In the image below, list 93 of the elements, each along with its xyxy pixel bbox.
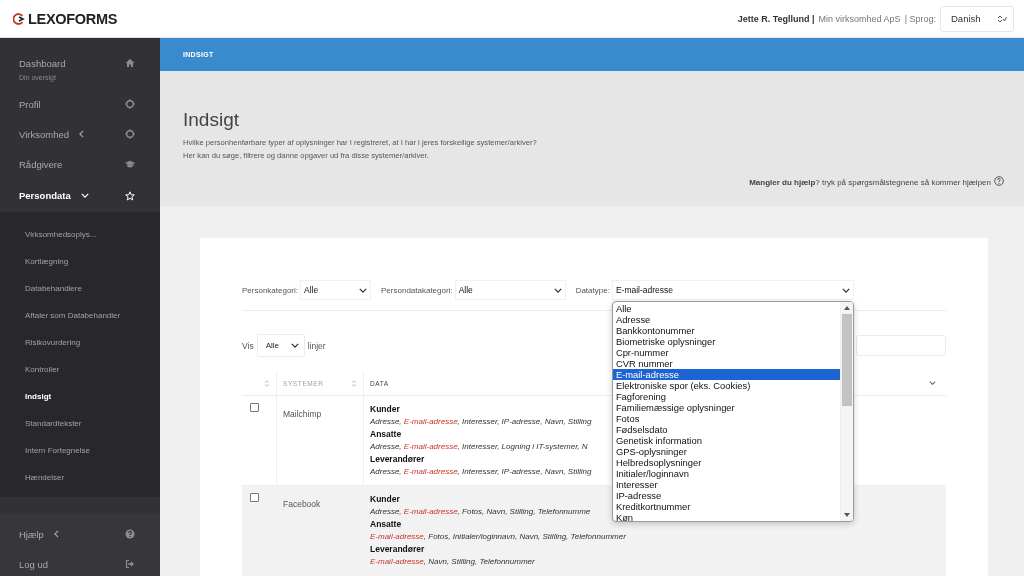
scrollbar[interactable] xyxy=(839,302,853,521)
help-text: Mangler du hjælp? tryk på spørgsmålstegnene så kommer hjælpen xyxy=(749,178,991,188)
dropdown-option[interactable]: Kreditkortnummer xyxy=(612,501,840,512)
submenu-item[interactable]: Indsigt xyxy=(0,383,160,410)
sort-icon xyxy=(264,378,270,388)
chevron-down-icon xyxy=(841,287,850,293)
submenu-item[interactable]: Kontroller xyxy=(0,356,160,383)
filter-label: Datatype: xyxy=(575,285,610,295)
sort-icon xyxy=(351,378,357,388)
chevron-down-icon xyxy=(80,193,89,198)
submenu-item[interactable]: Aftaler som Databehandler xyxy=(0,302,160,329)
dropdown-option[interactable]: Fagforening xyxy=(612,391,840,402)
category-name: Ansatte xyxy=(370,518,402,531)
dropdown-option[interactable]: Interesser xyxy=(612,479,840,490)
data-types: Adresse, E-mail-adresse, Fotos, Navn, Stilling, Telefonnumme xyxy=(370,505,591,518)
chevron-left-icon xyxy=(79,130,84,138)
row-checkbox[interactable] xyxy=(250,403,259,412)
chevron-down-icon xyxy=(929,381,936,385)
chevron-down-icon xyxy=(553,287,562,293)
data-types: Adresse, E-mail-adresse, Interesser, IP-adresse, Navn, Stilling xyxy=(370,415,592,428)
submenu-item[interactable]: Databehandlere xyxy=(0,275,160,302)
dropdown-option[interactable]: Genetisk information xyxy=(612,435,840,446)
category-name: Kunder xyxy=(370,493,400,506)
data-types: E-mail-adresse, Fotos, Initialer/loginnavn, Navn, Stilling, Telefonnummer xyxy=(370,530,626,543)
sidebar-item[interactable]: Persondata xyxy=(0,179,160,212)
language-select[interactable]: Danish xyxy=(940,5,1014,32)
dropdown-option[interactable]: Adresse xyxy=(612,314,840,325)
submenu-item[interactable]: Virksomhedsoplys... xyxy=(0,221,160,248)
data-types: Adresse, E-mail-adresse, Interesser, IP-adresse, Navn, Stilling xyxy=(370,465,592,478)
company-name: Min virksomhed ApS xyxy=(818,13,901,24)
dropdown-option[interactable]: Initialer/loginnavn xyxy=(612,468,840,479)
submenu-item[interactable]: Intern Fortegnelse xyxy=(0,437,160,464)
dropdown-option[interactable]: Elektroniske spor (eks. Cookies) xyxy=(612,380,840,391)
submenu-item[interactable]: Standardtekster xyxy=(0,410,160,437)
submenu-item[interactable]: Risikovurdering xyxy=(0,329,160,356)
page-size-select[interactable]: Alle xyxy=(256,334,305,357)
sidebar-item[interactable]: Dashboard xyxy=(0,56,160,70)
filter-select[interactable]: Alle xyxy=(454,280,566,300)
help-icon[interactable] xyxy=(994,176,1004,187)
chevron-down-icon xyxy=(290,343,299,348)
sign-out-icon xyxy=(125,559,135,569)
language-label: | Sprog: xyxy=(904,13,936,24)
submenu-item[interactable]: Hændelser xyxy=(0,464,160,491)
gear-icon xyxy=(125,129,135,139)
star-icon xyxy=(125,190,135,201)
gear-icon xyxy=(125,99,135,109)
dropdown-option[interactable]: IP-adresse xyxy=(612,490,840,501)
category-name: Kunder xyxy=(370,403,400,416)
system-name: Mailchimp xyxy=(283,409,322,419)
show-label: Vis xyxy=(242,340,254,351)
dropdown-option[interactable]: Alle xyxy=(612,303,840,314)
logo-icon xyxy=(13,12,25,25)
category-name: Leverandører xyxy=(370,543,425,556)
sidebar-item[interactable]: Profil xyxy=(0,89,160,119)
scroll-down-icon xyxy=(842,512,851,518)
home-icon xyxy=(125,58,135,68)
dropdown-option[interactable]: Køn xyxy=(612,512,840,521)
chevron-left-icon xyxy=(53,530,59,538)
filter-label: Personkategori: xyxy=(242,285,299,295)
sidebar-item[interactable]: Virksomhed xyxy=(0,119,160,149)
sidebar-item[interactable]: Rådgivere xyxy=(0,149,160,179)
submenu-item[interactable]: Kortlægning xyxy=(0,248,160,275)
dropdown-option[interactable]: Fotos xyxy=(612,413,840,424)
search-field[interactable] xyxy=(856,335,946,356)
dropdown-option[interactable]: CVR nummer xyxy=(612,358,840,369)
show-label: linjer xyxy=(307,340,326,351)
row-checkbox[interactable] xyxy=(250,493,259,502)
system-name: Facebook xyxy=(283,499,321,509)
sidebar-item[interactable]: Hjælp xyxy=(0,519,160,549)
dropdown-option[interactable]: GPS-oplysninger xyxy=(612,446,840,457)
dropdown-option[interactable]: Bankkontonummer xyxy=(612,325,840,336)
data-types: E-mail-adresse, Navn, Stilling, Telefonnummer xyxy=(370,555,535,568)
filter-label: Persondatakategori: xyxy=(381,285,453,295)
dropdown-option[interactable]: Familiemæssige oplysninger xyxy=(612,402,840,413)
category-name: Leverandører xyxy=(370,453,425,466)
sidebar-item[interactable]: Log ud xyxy=(0,549,160,576)
category-name: Ansatte xyxy=(370,428,402,441)
dropdown-option[interactable]: E-mail-adresse xyxy=(612,369,840,380)
graduation-cap-icon xyxy=(125,159,135,169)
dropdown-option[interactable]: Biometriske oplysninger xyxy=(612,336,840,347)
help-icon xyxy=(125,529,135,539)
user-name: Jette R. Tegllund | xyxy=(737,13,815,24)
page-title: Indsigt xyxy=(183,109,240,132)
dropdown-option[interactable]: Fødselsdato xyxy=(612,424,840,435)
dropdown-option[interactable]: Helbredsoplysninger xyxy=(612,457,840,468)
data-types: Adresse, E-mail-adresse, Interesser, Logning i IT-systemer, N xyxy=(370,440,588,453)
dropdown-option[interactable]: Cpr-nummer xyxy=(612,347,840,358)
filter-select[interactable]: E-mail-adresse xyxy=(611,280,854,300)
filter-select[interactable]: Alle xyxy=(300,280,372,300)
scroll-up-icon xyxy=(842,305,851,311)
chevron-down-icon xyxy=(359,287,368,293)
logo-text: LEXOFORMS xyxy=(28,10,118,27)
select-arrows-icon xyxy=(997,14,1007,23)
